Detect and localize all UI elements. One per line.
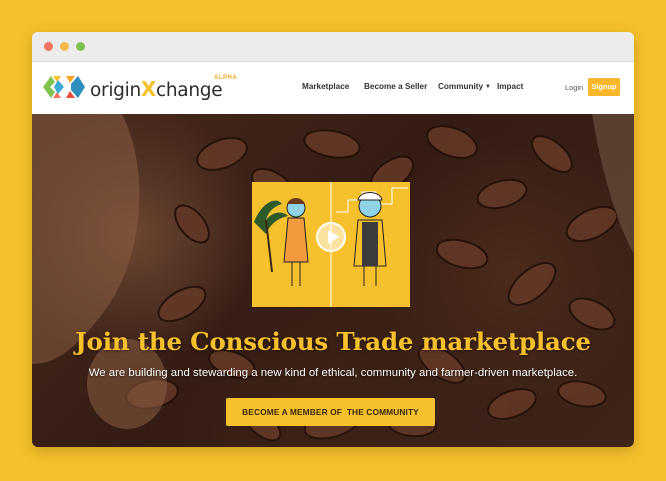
browser-titlebar <box>32 32 634 62</box>
hero-section: Join the Conscious Trade marketplace We … <box>32 114 634 447</box>
originxchange-logo-icon <box>43 76 85 98</box>
brand-x: X <box>140 77 156 101</box>
nav-impact[interactable]: Impact <box>497 82 523 91</box>
brand-name: originXchange <box>90 77 223 101</box>
nav-community[interactable]: Community ▼ <box>438 82 491 91</box>
brand-suffix: change <box>156 80 223 101</box>
browser-window: originXchange ALPHA Marketplace Become a… <box>32 32 634 447</box>
intro-video[interactable] <box>252 182 410 307</box>
login-link[interactable]: Login <box>565 83 583 92</box>
minimize-dot[interactable] <box>60 42 69 51</box>
brand-prefix: origin <box>90 80 141 101</box>
site-header: originXchange ALPHA Marketplace Become a… <box>32 62 634 114</box>
nav-marketplace[interactable]: Marketplace <box>302 82 349 91</box>
signup-button[interactable]: Signup <box>588 78 620 96</box>
hero-headline: Join the Conscious Trade marketplace <box>75 327 591 356</box>
maximize-dot[interactable] <box>76 42 85 51</box>
site-logo[interactable]: originXchange ALPHA <box>42 74 242 101</box>
become-member-button[interactable]: BECOME A MEMBER OF THE COMMUNITY <box>226 398 435 426</box>
caret-down-icon: ▼ <box>485 84 491 90</box>
play-icon[interactable] <box>316 222 346 252</box>
hero-subheadline: We are building and stewarding a new kin… <box>88 367 578 379</box>
alpha-badge: ALPHA <box>214 75 238 81</box>
nav-become-seller[interactable]: Become a Seller <box>364 82 427 91</box>
nav-community-label: Community <box>438 82 484 91</box>
close-dot[interactable] <box>44 42 53 51</box>
